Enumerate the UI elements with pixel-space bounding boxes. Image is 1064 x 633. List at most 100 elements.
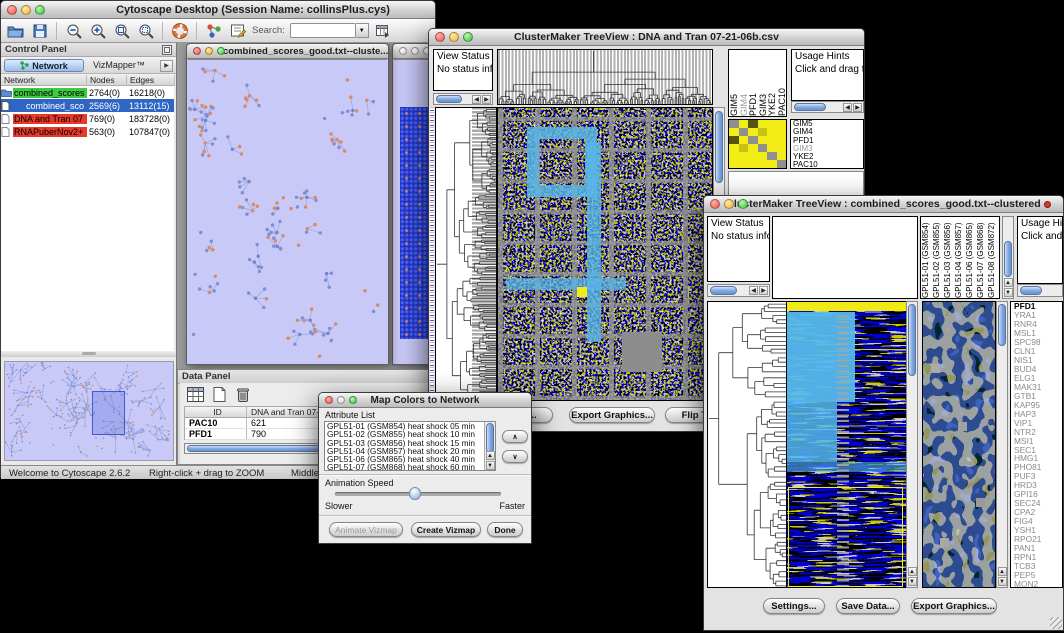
export-graphics-button[interactable]: Export Graphics... xyxy=(911,598,997,614)
global-heatmap[interactable] xyxy=(786,301,907,588)
scrollbar-thumb[interactable] xyxy=(794,103,826,111)
close-button[interactable] xyxy=(710,199,720,209)
column-network[interactable]: Network xyxy=(1,75,87,86)
close-button[interactable] xyxy=(7,5,17,15)
new-attribute-icon[interactable] xyxy=(209,384,229,404)
scroll-down-arrow[interactable]: ▼ xyxy=(1004,288,1013,297)
attribute-list[interactable]: GPL51-01 (GSM854) heat shock 05 minGPL51… xyxy=(324,421,496,471)
gene-label[interactable]: PAC10 xyxy=(791,161,863,169)
scrollbar-thumb[interactable] xyxy=(1020,286,1042,295)
zoom-button[interactable] xyxy=(349,396,357,404)
minimize-button[interactable] xyxy=(449,32,459,42)
zoom-heatmap[interactable] xyxy=(728,119,787,169)
minimize-button[interactable] xyxy=(337,396,345,404)
zoom-button[interactable] xyxy=(35,5,45,15)
scrollbar-thumb[interactable] xyxy=(908,304,916,376)
panel-splitter[interactable] xyxy=(1,351,176,357)
open-file-icon[interactable] xyxy=(6,21,25,40)
scroll-right-arrow[interactable]: ▶ xyxy=(759,286,768,295)
main-titlebar[interactable]: Cytoscape Desktop (Session Name: collins… xyxy=(1,1,435,19)
network1-titlebar[interactable]: combined_scores_good.txt--cluste... xyxy=(187,44,388,59)
usage-hints-hscrollbar[interactable]: ◀ ▶ xyxy=(791,101,864,113)
help-lifesaver-icon[interactable] xyxy=(170,21,189,40)
tab-network[interactable]: Network xyxy=(4,59,84,72)
animate-vizmap-button[interactable]: Animate Vizmap xyxy=(329,522,403,537)
tab-overflow-arrow[interactable]: ▶ xyxy=(160,60,173,72)
zoom-vscrollbar[interactable]: ▲ ▼ xyxy=(996,301,1008,588)
zoom-button[interactable] xyxy=(217,47,225,55)
scroll-left-arrow[interactable]: ◀ xyxy=(749,286,758,295)
scrollbar-thumb[interactable] xyxy=(998,304,1006,346)
treeview1-titlebar[interactable]: ClusterMaker TreeView : DNA and Tran 07-… xyxy=(429,29,864,46)
zoom-heatmap[interactable] xyxy=(922,301,996,588)
scrollbar-thumb[interactable] xyxy=(715,111,723,183)
scrollbar-thumb[interactable] xyxy=(486,423,494,453)
scrollbar-thumb[interactable] xyxy=(1004,241,1012,277)
speed-slider-thumb[interactable] xyxy=(409,487,421,500)
close-button[interactable] xyxy=(193,47,201,55)
scroll-up-arrow[interactable]: ▲ xyxy=(908,567,917,576)
close-button[interactable] xyxy=(325,396,333,404)
scroll-left-arrow[interactable]: ◀ xyxy=(843,103,852,112)
move-up-button[interactable]: ∧ xyxy=(502,430,528,443)
resize-grip[interactable] xyxy=(1050,617,1062,629)
settings-button[interactable]: Settings... xyxy=(763,598,825,614)
zoom-button[interactable] xyxy=(738,199,748,209)
global-vscrollbar[interactable]: ▲ ▼ xyxy=(906,301,918,588)
table-export-icon[interactable] xyxy=(374,21,393,40)
minimize-button[interactable] xyxy=(21,5,31,15)
close-button[interactable] xyxy=(435,32,445,42)
row-dendrogram[interactable] xyxy=(435,107,497,401)
scroll-down-arrow[interactable]: ▼ xyxy=(998,577,1007,586)
network1-canvas[interactable] xyxy=(188,59,387,364)
export-graphics-button[interactable]: Export Graphics... xyxy=(569,407,655,423)
attribute-list-vscrollbar[interactable]: ▲ ▼ xyxy=(484,422,495,470)
network-row-selected[interactable]: combined_sco 2569(6) 13112(15) xyxy=(1,99,174,112)
scroll-up-arrow[interactable]: ▲ xyxy=(998,567,1007,576)
column-edges[interactable]: Edges xyxy=(127,75,175,86)
network-row[interactable]: DNA and Tran 07 769(0) 183728(0) xyxy=(1,112,174,125)
column-nodes[interactable]: Nodes xyxy=(87,75,127,86)
gene-label[interactable]: MON2 xyxy=(1011,580,1062,588)
network-overview[interactable] xyxy=(4,361,174,461)
main-heatmap[interactable] xyxy=(497,107,713,401)
attribute-table-icon[interactable] xyxy=(185,384,205,404)
view-status-hscrollbar[interactable]: ◀ ▶ xyxy=(433,93,493,105)
background-window-close-button[interactable] xyxy=(1044,201,1051,208)
network-row[interactable]: combined_scores 2764(0) 16218(0) xyxy=(1,86,174,99)
search-input[interactable] xyxy=(290,23,356,38)
annotation-icon[interactable] xyxy=(228,21,247,40)
scroll-down-arrow[interactable]: ▼ xyxy=(908,577,917,586)
treeview2-titlebar[interactable]: ClusterMaker TreeView : combined_scores_… xyxy=(704,196,1063,213)
attribute-item[interactable]: GPL51-07 (GSM868) heat shock 60 min xyxy=(325,463,495,471)
overview-viewport-rect[interactable] xyxy=(92,391,125,435)
save-data-button[interactable]: Save Data... xyxy=(836,598,900,614)
scroll-down-arrow[interactable]: ▼ xyxy=(486,461,495,470)
minimize-button[interactable] xyxy=(724,199,734,209)
scrollbar-thumb[interactable] xyxy=(436,95,462,103)
id-column-header[interactable]: ID xyxy=(185,407,247,417)
labels-vscrollbar[interactable]: ▲ ▼ xyxy=(1002,216,1014,299)
zoom-out-icon[interactable] xyxy=(64,21,83,40)
save-icon[interactable] xyxy=(30,21,49,40)
search-dropdown-arrow[interactable]: ▼ xyxy=(356,23,369,38)
usage-hints-hscrollbar[interactable] xyxy=(1017,284,1063,297)
scroll-right-arrow[interactable]: ▶ xyxy=(853,103,862,112)
vizmapper-nodes-icon[interactable] xyxy=(204,21,223,40)
column-dendrogram[interactable] xyxy=(497,49,713,105)
minimize-button[interactable] xyxy=(205,47,213,55)
zoom-button[interactable] xyxy=(463,32,473,42)
zoom-fit-icon[interactable] xyxy=(112,21,131,40)
move-down-button[interactable]: ∨ xyxy=(502,450,528,463)
scroll-up-arrow[interactable]: ▲ xyxy=(1004,278,1013,287)
done-button[interactable]: Done xyxy=(487,522,523,537)
float-panel-icon[interactable] xyxy=(162,45,172,55)
delete-attribute-icon[interactable] xyxy=(233,384,253,404)
zoom-in-icon[interactable] xyxy=(88,21,107,40)
zoom-selected-icon[interactable] xyxy=(136,21,155,40)
close-button[interactable] xyxy=(399,47,407,55)
minimize-button[interactable] xyxy=(411,47,419,55)
view-status-hscrollbar[interactable]: ◀ ▶ xyxy=(707,284,770,297)
network-row[interactable]: RNAPuberNov2+ 563(0) 107847(0) xyxy=(1,125,174,138)
create-vizmap-button[interactable]: Create Vizmap xyxy=(411,522,481,537)
